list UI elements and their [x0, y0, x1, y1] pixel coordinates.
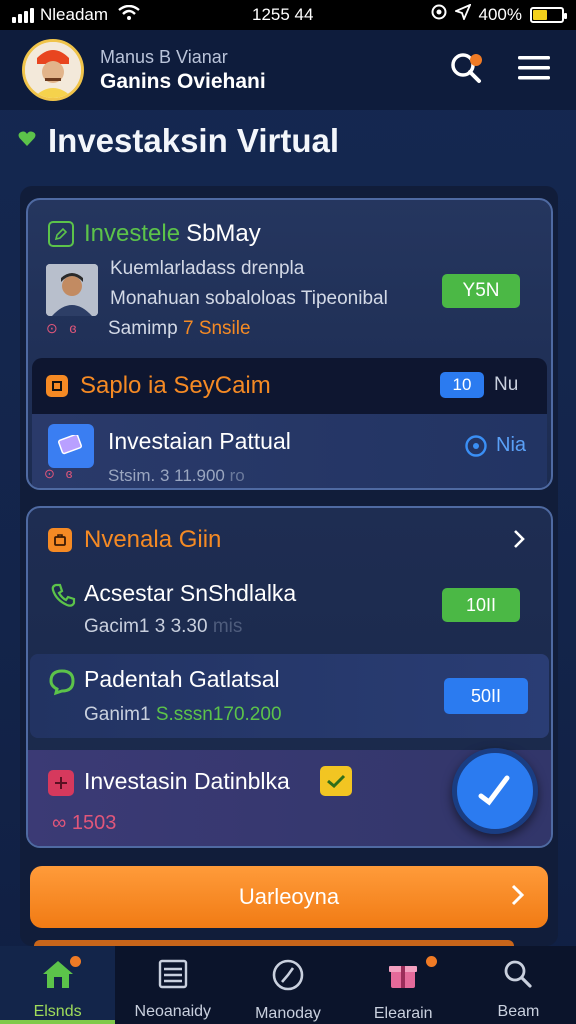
card-title-highlight: Investele: [84, 220, 181, 247]
notification-dot: [425, 956, 437, 967]
tab-label: Manoday: [255, 1005, 321, 1022]
clock-icon: [271, 958, 305, 997]
notification-dot: [70, 956, 81, 967]
tab-label: Elsnds: [33, 1003, 82, 1020]
tab-rewards[interactable]: Elearain: [346, 946, 461, 1024]
primary-action-label: Uarleoyna: [238, 884, 340, 909]
search-icon: [502, 958, 534, 995]
list-item-meta: Gacim1 3 3.30 mis: [84, 616, 242, 638]
list-item-title: Investaian Pattual: [108, 428, 291, 454]
square-icon: [46, 375, 68, 397]
rotation-lock-icon: [431, 4, 447, 25]
heart-icon: [18, 131, 36, 152]
list-item-meta-text: Gacim1 3 3.30: [84, 616, 208, 637]
list-item-meta-label: Ganim1: [84, 704, 156, 725]
info-icon: [464, 434, 488, 463]
list-item-meta-suffix: ro: [229, 466, 245, 485]
list-item-meta: Ganim1 S.sssn170.200: [84, 704, 282, 726]
card-icon: [48, 424, 94, 468]
tab-home[interactable]: Elsnds: [0, 946, 116, 1024]
list-item-meta-highlight: S.sssn170.200: [155, 704, 282, 725]
value-badge: 10II: [442, 588, 520, 622]
user-subtitle: Manus B Vianar: [100, 46, 228, 67]
card-meta: Samimp 7 Snsile: [108, 318, 251, 340]
avatar[interactable]: [22, 39, 84, 101]
card-title: SbMay: [186, 220, 261, 247]
list-item[interactable]: Acsestar SnShdlalka Gacim1 3 3.30 mis 10…: [28, 566, 551, 650]
list-item-meta: ∞ 1503: [52, 812, 116, 835]
card-line-2: Monahuan sobaloloas Tipeonibal: [110, 288, 388, 309]
menu-button[interactable]: [512, 48, 556, 92]
value-badge: 50II: [444, 678, 528, 714]
card-meta-highlight: 7 Snsile: [182, 318, 251, 339]
gift-icon: [48, 770, 74, 796]
clock: 1255 44: [252, 5, 314, 24]
wifi-icon: [118, 4, 140, 26]
tab-money[interactable]: Manoday: [230, 946, 345, 1024]
app-header: Manus B Vianar Ganins Oviehani: [0, 30, 576, 110]
tab-search[interactable]: Beam: [461, 946, 576, 1024]
location-icon: [452, 3, 472, 25]
checkmark-icon: [475, 772, 515, 811]
list-icon: [157, 958, 189, 995]
list-item[interactable]: Investaian Pattual Stsim. 3 11.900 ro ⊙ …: [32, 414, 547, 488]
list-item-meta-text: Stsim. 3 11.900: [108, 466, 225, 485]
floating-action-button[interactable]: [452, 748, 538, 834]
investment-card[interactable]: Investele SbMay Kuemlarladass drenpla Mo…: [26, 198, 553, 490]
chevron-right-icon: [510, 882, 526, 914]
dots-decoration-2: ⊙ ɞ: [44, 466, 73, 481]
check-icon: [320, 766, 352, 796]
count-label: Nu: [494, 374, 519, 395]
chevron-right-icon[interactable]: [512, 528, 526, 555]
sub-section[interactable]: Saplo ia SeyCaim 10 Nu: [32, 358, 547, 414]
primary-action-button[interactable]: Uarleoyna: [30, 866, 548, 928]
list-item-title: Investasin Datinblka: [84, 768, 290, 794]
card-title: Nvenala Giin: [84, 526, 222, 553]
tab-label: Neoanaidy: [134, 1003, 212, 1020]
card-meta-label: Samimp: [108, 318, 183, 339]
list-item-meta-suffix: mis: [212, 616, 243, 637]
status-bar: Nleadam 1255 44 400%: [0, 0, 576, 30]
profile-thumbnail: [46, 264, 98, 316]
signal-icon: [12, 7, 34, 23]
battery-percent: 400%: [478, 4, 522, 24]
notification-dot: [470, 54, 482, 66]
count-badge: 10: [440, 372, 484, 398]
list-item-right-label: Nia: [496, 434, 527, 456]
edit-icon: [48, 221, 74, 247]
page-title: Investaksin Virtual: [48, 122, 340, 159]
dots-decoration: ⊙ ɞ: [46, 320, 77, 336]
list-item-title: Acsestar SnShdlalka: [84, 580, 297, 606]
tab-label: Elearain: [373, 1005, 433, 1022]
hamburger-icon: [518, 54, 550, 87]
list-item[interactable]: Padentah Gatlatsal Ganim1 S.sssn170.200 …: [30, 654, 549, 738]
status-badge[interactable]: Y5N: [442, 274, 520, 308]
gift-icon: [386, 958, 420, 997]
card-line-1: Kuemlarladass drenpla: [110, 258, 305, 279]
carrier-label: Nleadam: [40, 5, 109, 24]
battery-icon: [530, 6, 567, 23]
tab-list[interactable]: Neoanaidy: [115, 946, 230, 1024]
list-item-meta-value: 1503: [71, 812, 117, 834]
sub-section-title: Saplo ia SeyCaim: [80, 372, 271, 399]
tab-label: Beam: [497, 1003, 540, 1020]
bag-icon: [48, 528, 72, 552]
page-title-row: Investaksin Virtual: [18, 122, 339, 160]
chat-icon: [48, 668, 76, 701]
phone-icon: [50, 582, 76, 613]
list-item-meta: Stsim. 3 11.900 ro: [108, 466, 245, 486]
bottom-tab-bar: Elsnds Neoanaidy Manoday Elearain Beam: [0, 946, 576, 1024]
user-name: Ganins Oviehani: [100, 69, 266, 93]
list-item-title: Padentah Gatlatsal: [84, 666, 280, 692]
search-button[interactable]: [444, 48, 488, 92]
dots-decoration: ∞: [52, 812, 72, 834]
